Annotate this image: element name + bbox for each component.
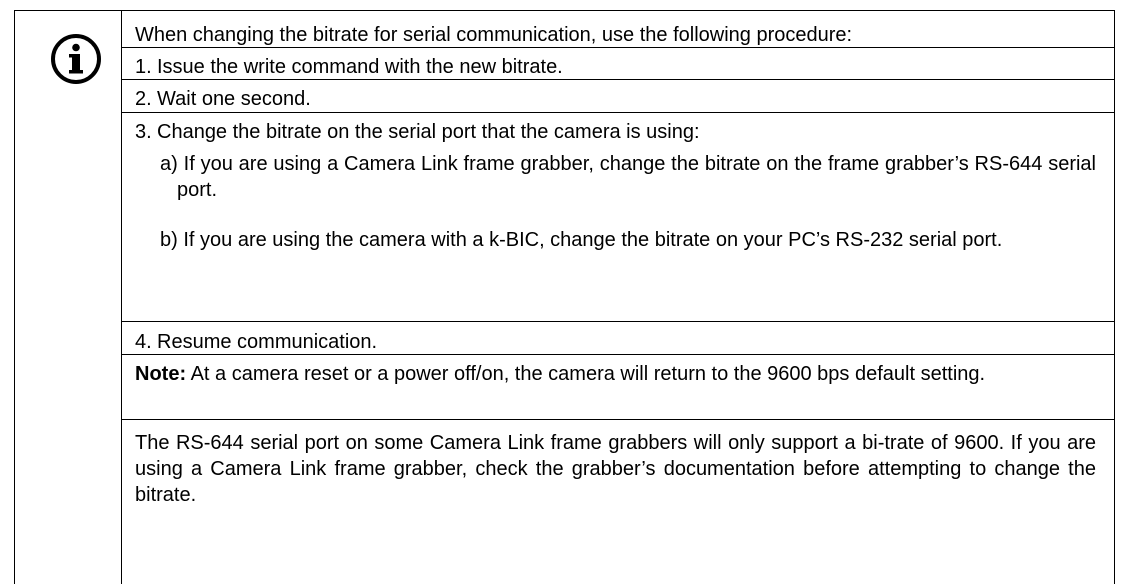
- intro-paragraph: When changing the bitrate for serial com…: [121, 11, 1114, 47]
- note-label: Note:: [135, 363, 187, 385]
- step-number: 2.: [135, 88, 152, 110]
- substep-letter: a): [160, 153, 178, 175]
- step-number: 1.: [135, 56, 152, 78]
- substep-text: If you are using a Camera Link frame gra…: [177, 153, 1096, 201]
- step-number: 3.: [135, 121, 152, 143]
- icon-column: [15, 11, 122, 584]
- step-text: Resume communication.: [157, 331, 378, 353]
- list-item: 4. Resume communication.: [121, 321, 1114, 355]
- list-item: 3. Change the bitrate on the serial port …: [121, 112, 1114, 322]
- substep-b: b) If you are using the camera with a k-…: [160, 227, 1096, 253]
- list-item: 2. Wait one second.: [121, 79, 1114, 113]
- note-text: At a camera reset or a power off/on, the…: [190, 363, 986, 385]
- substep-a: a) If you are using a Camera Link frame …: [160, 151, 1096, 203]
- note-text-column: When changing the bitrate for serial com…: [121, 11, 1114, 584]
- info-note-box: When changing the bitrate for serial com…: [14, 10, 1115, 584]
- note-paragraph: Note: At a camera reset or a power off/o…: [121, 354, 1114, 420]
- intro-text: When changing the bitrate for serial com…: [135, 24, 853, 46]
- substep-text: If you are using the camera with a k-BIC…: [183, 229, 1003, 251]
- step-text: Issue the write command with the new bit…: [157, 56, 563, 78]
- substep-letter: b): [160, 229, 178, 251]
- list-item: 1. Issue the write command with the new b…: [121, 47, 1114, 80]
- step-text: Wait one second.: [157, 88, 311, 110]
- closing-text: The RS-644 serial port on some Camera Li…: [135, 432, 1096, 506]
- step-text: Change the bitrate on the serial port th…: [157, 121, 700, 143]
- step-number: 4.: [135, 331, 152, 353]
- info-circle-icon: [51, 34, 101, 84]
- closing-paragraph: The RS-644 serial port on some Camera Li…: [121, 419, 1114, 586]
